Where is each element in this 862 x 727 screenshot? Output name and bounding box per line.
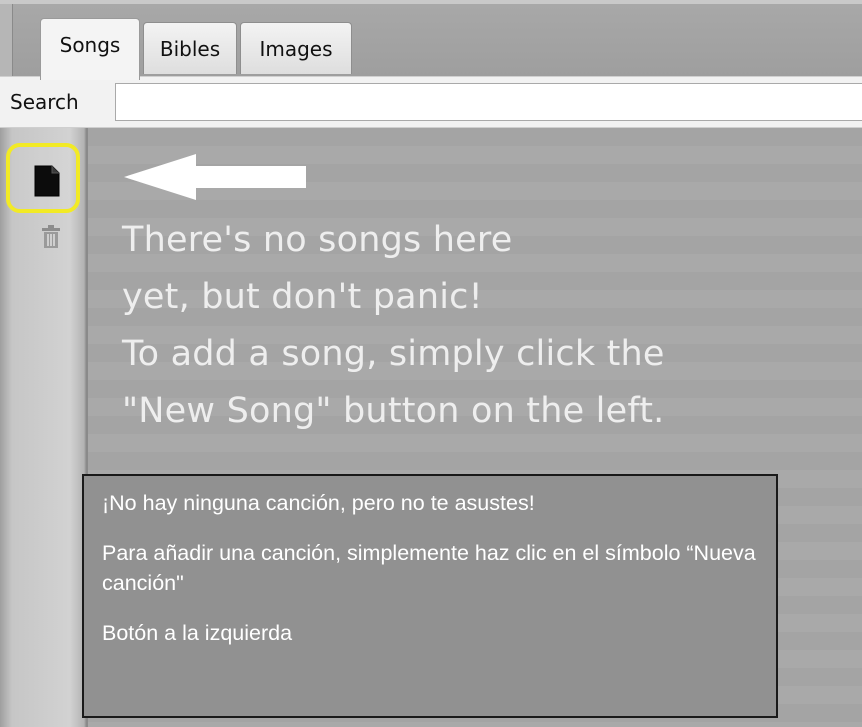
tab-strip: Bibles Images Songs	[0, 0, 862, 80]
empty-state-line: There's no songs here	[122, 220, 513, 260]
search-bar: Search	[0, 76, 862, 128]
song-library-window: Bibles Images Songs Search There's no so	[0, 0, 862, 727]
document-icon	[34, 165, 60, 197]
translation-line: Para añadir una canción, simplemente haz…	[102, 541, 756, 595]
new-song-button[interactable]	[6, 143, 80, 213]
left-toolbar	[0, 128, 86, 727]
empty-state-line: To add a song, simply click the	[122, 334, 665, 374]
search-label: Search	[10, 90, 79, 114]
search-input[interactable]	[115, 83, 862, 121]
empty-state-line: "New Song" button on the left.	[122, 391, 665, 431]
trash-icon[interactable]	[38, 224, 64, 250]
empty-state-message: There's no songs here yet, but don't pan…	[122, 212, 862, 440]
arrow-left-icon	[124, 154, 306, 200]
tab-strip-edge	[0, 4, 13, 78]
empty-state-line: yet, but don't panic!	[122, 277, 483, 317]
translation-line: ¡No hay ninguna canción, pero no te asus…	[102, 491, 535, 515]
tab-images[interactable]: Images	[240, 22, 352, 74]
translation-line: Botón a la izquierda	[102, 621, 293, 645]
tab-songs[interactable]: Songs	[40, 18, 140, 80]
tab-bibles[interactable]: Bibles	[143, 22, 237, 74]
translation-annotation: ¡No hay ninguna canción, pero no te asus…	[82, 474, 778, 718]
